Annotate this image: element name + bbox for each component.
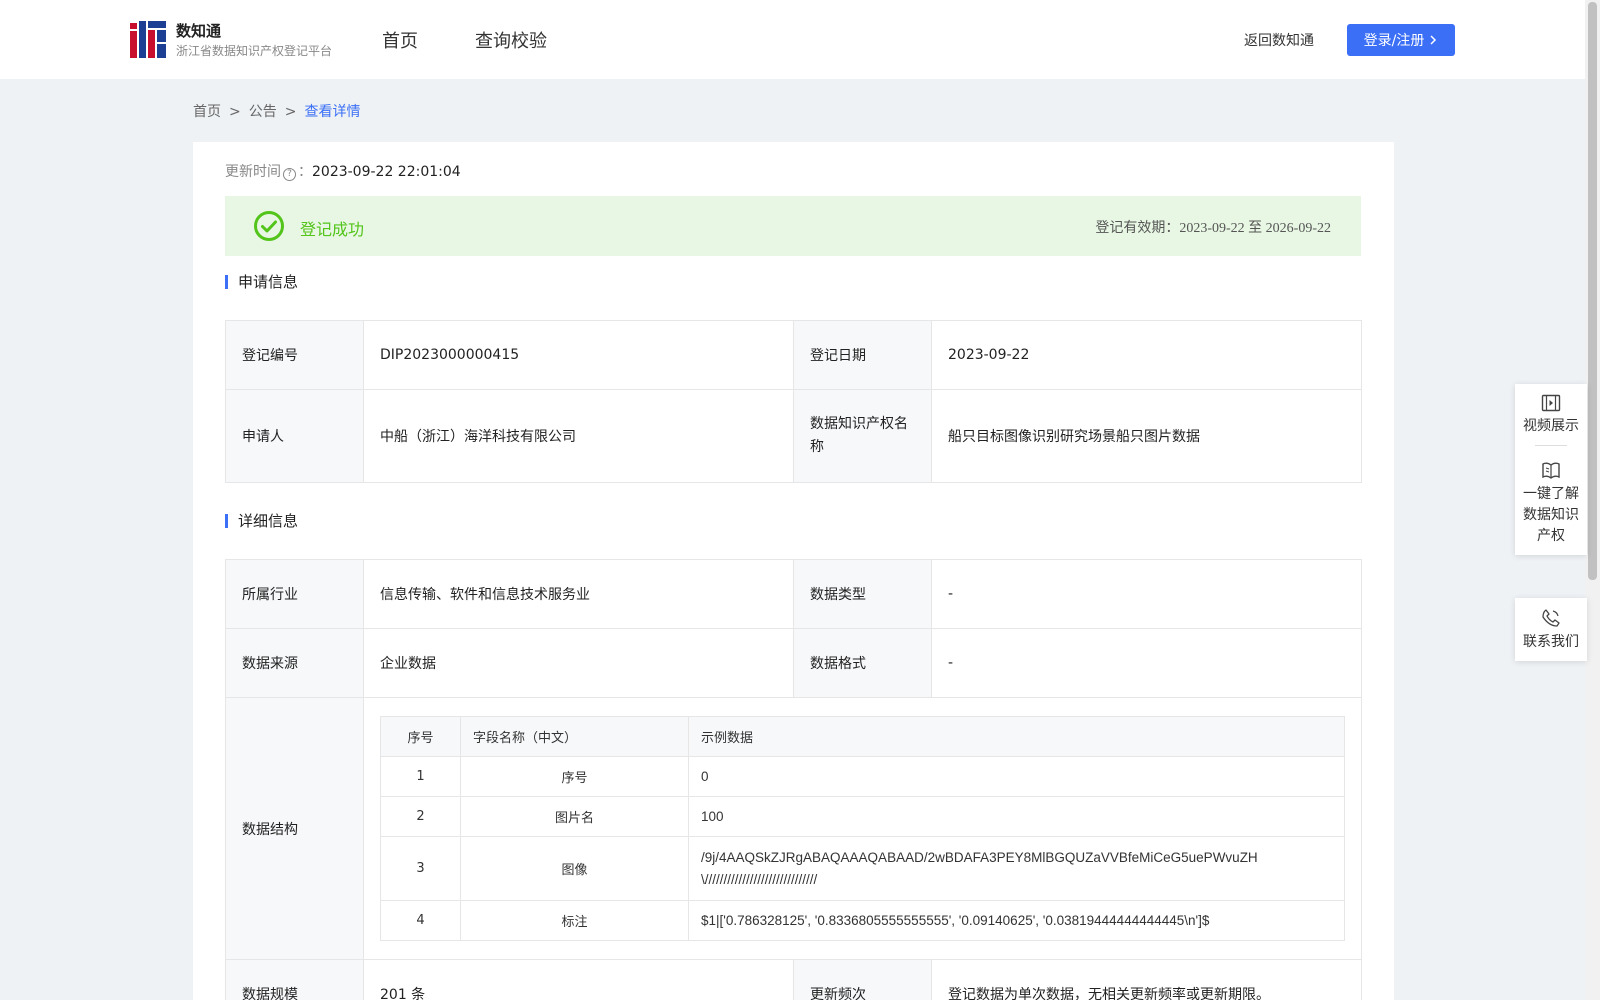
contact-us-label: 联系我们 <box>1523 634 1579 650</box>
value-ip-name: 船只目标图像识别研究场景船只图片数据 <box>931 389 1362 483</box>
col-header-sample: 示例数据 <box>688 716 1345 757</box>
row-no: 1 <box>380 756 461 797</box>
row-no: 2 <box>380 796 461 837</box>
validity-label: 登记有效期： <box>1095 220 1180 236</box>
breadcrumb-current: 查看详情 <box>304 104 361 120</box>
page-scrollbar[interactable] <box>1585 0 1600 1000</box>
login-register-button[interactable]: 登录/注册 <box>1347 24 1455 56</box>
label-data-structure: 数据结构 <box>225 697 364 960</box>
nav-home[interactable]: 首页 <box>382 27 418 53</box>
col-header-field: 字段名称（中文） <box>460 716 689 757</box>
brand-subtitle: 浙江省数据知识产权登记平台 <box>176 44 333 58</box>
data-structure-cell: 序号 字段名称（中文） 示例数据 1 序号 0 2 图片名 100 3 图像 /… <box>363 697 1362 960</box>
learn-data-ip-button[interactable]: 一键了解数据知识产权 <box>1515 446 1587 555</box>
label-ip-name: 数据知识产权名称 <box>793 389 932 483</box>
structure-header-row: 序号 字段名称（中文） 示例数据 <box>380 716 1345 757</box>
row-no: 3 <box>380 836 461 901</box>
value-registration-no: DIP2023000000415 <box>363 320 794 390</box>
row-sample: 0 <box>688 756 1345 797</box>
row-field: 序号 <box>460 756 689 797</box>
update-time-label: 更新时间 <box>225 164 281 180</box>
video-icon <box>1541 394 1561 412</box>
video-showcase-button[interactable]: 视频展示 <box>1515 384 1587 445</box>
value-data-source: 企业数据 <box>363 628 794 698</box>
value-applicant: 中船（浙江）海洋科技有限公司 <box>363 389 794 483</box>
value-data-format: - <box>931 628 1362 698</box>
nav-query-verify[interactable]: 查询校验 <box>475 27 547 53</box>
brand-title: 数知通 <box>176 22 222 40</box>
table-row: 所属行业 信息传输、软件和信息技术服务业 数据类型 - <box>225 559 1362 629</box>
video-showcase-label: 视频展示 <box>1523 418 1579 434</box>
login-register-label: 登录/注册 <box>1363 33 1425 49</box>
row-no: 4 <box>380 900 461 941</box>
value-industry: 信息传输、软件和信息技术服务业 <box>363 559 794 629</box>
label-registration-no: 登记编号 <box>225 320 364 390</box>
label-update-frequency: 更新频次 <box>793 959 932 1000</box>
side-panel-bottom: 联系我们 <box>1515 598 1587 661</box>
table-row: 数据规模 201 条 更新频次 登记数据为单次数据，无相关更新频率或更新期限。 <box>225 959 1362 1000</box>
label-registration-date: 登记日期 <box>793 320 932 390</box>
chevron-right-icon <box>1430 35 1437 45</box>
application-info-table: 登记编号 DIP2023000000415 登记日期 2023-09-22 申请… <box>225 320 1362 483</box>
value-registration-date: 2023-09-22 <box>931 320 1362 390</box>
structure-row: 3 图像 /9j/4AAQSkZJRgABAQAAAQABAAD/2wBDAFA… <box>380 836 1345 901</box>
breadcrumb-home[interactable]: 首页 <box>193 104 221 120</box>
table-row: 数据来源 企业数据 数据格式 - <box>225 628 1362 698</box>
row-field: 图像 <box>460 836 689 901</box>
detail-info-table: 所属行业 信息传输、软件和信息技术服务业 数据类型 - 数据来源 企业数据 数据… <box>225 559 1362 1000</box>
table-row: 申请人 中船（浙江）海洋科技有限公司 数据知识产权名称 船只目标图像识别研究场景… <box>225 389 1362 483</box>
row-sample: 100 <box>688 796 1345 837</box>
scrollbar-thumb[interactable] <box>1588 2 1597 580</box>
label-industry: 所属行业 <box>225 559 364 629</box>
row-field: 标注 <box>460 900 689 941</box>
learn-data-ip-label: 一键了解数据知识产权 <box>1523 486 1579 544</box>
data-structure-table: 序号 字段名称（中文） 示例数据 1 序号 0 2 图片名 100 3 图像 /… <box>380 716 1345 941</box>
structure-row: 4 标注 $1|['0.786328125', '0.8336805555555… <box>380 900 1345 941</box>
label-applicant: 申请人 <box>225 389 364 483</box>
back-to-szt-link[interactable]: 返回数知通 <box>1244 30 1314 50</box>
top-header: 数知通 浙江省数据知识产权登记平台 首页 查询校验 返回数知通 登录/注册 <box>0 0 1585 79</box>
col-header-no: 序号 <box>380 716 461 757</box>
breadcrumb: 首页 > 公告 > 查看详情 <box>193 104 361 120</box>
table-row: 数据结构 序号 字段名称（中文） 示例数据 1 序号 0 2 图片名 100 3… <box>225 697 1362 960</box>
section-title-detail: 详细信息 <box>225 514 298 529</box>
validity-range: 2023-09-22 至 2026-09-22 <box>1179 221 1331 236</box>
status-text: 登记成功 <box>300 220 365 239</box>
book-icon <box>1542 462 1560 479</box>
row-sample: /9j/4AAQSkZJRgABAQAAAQABAAD/2wBDAFA3PEY8… <box>688 836 1345 901</box>
update-time-value: 2023-09-22 22:01:04 <box>312 164 461 180</box>
label-data-format: 数据格式 <box>793 628 932 698</box>
contact-us-button[interactable]: 联系我们 <box>1515 598 1587 661</box>
check-circle-icon <box>254 211 284 241</box>
table-row: 登记编号 DIP2023000000415 登记日期 2023-09-22 <box>225 320 1362 390</box>
breadcrumb-announcement[interactable]: 公告 <box>249 104 277 120</box>
detail-card: 更新时间? ：2023-09-22 22:01:04 登记成功 登记有效期：202… <box>193 142 1394 1000</box>
update-time-row: 更新时间? ：2023-09-22 22:01:04 <box>225 164 461 181</box>
value-data-type: - <box>931 559 1362 629</box>
label-data-source: 数据来源 <box>225 628 364 698</box>
structure-row: 1 序号 0 <box>380 756 1345 797</box>
label-data-scale: 数据规模 <box>225 959 364 1000</box>
structure-row: 2 图片名 100 <box>380 796 1345 837</box>
question-icon[interactable]: ? <box>283 168 296 181</box>
side-panel-top: 视频展示 一键了解数据知识产权 <box>1515 384 1587 555</box>
label-data-type: 数据类型 <box>793 559 932 629</box>
row-field: 图片名 <box>460 796 689 837</box>
phone-icon <box>1542 609 1560 627</box>
status-banner: 登记成功 登记有效期：2023-09-22 至 2026-09-22 <box>225 196 1361 256</box>
value-data-scale: 201 条 <box>363 959 794 1000</box>
value-update-frequency: 登记数据为单次数据，无相关更新频率或更新期限。 <box>931 959 1362 1000</box>
site-logo[interactable] <box>130 21 166 58</box>
validity-period: 登记有效期：2023-09-22 至 2026-09-22 <box>1095 217 1331 237</box>
section-title-application: 申请信息 <box>225 275 298 290</box>
row-sample: $1|['0.786328125', '0.8336805555555555',… <box>688 900 1345 941</box>
